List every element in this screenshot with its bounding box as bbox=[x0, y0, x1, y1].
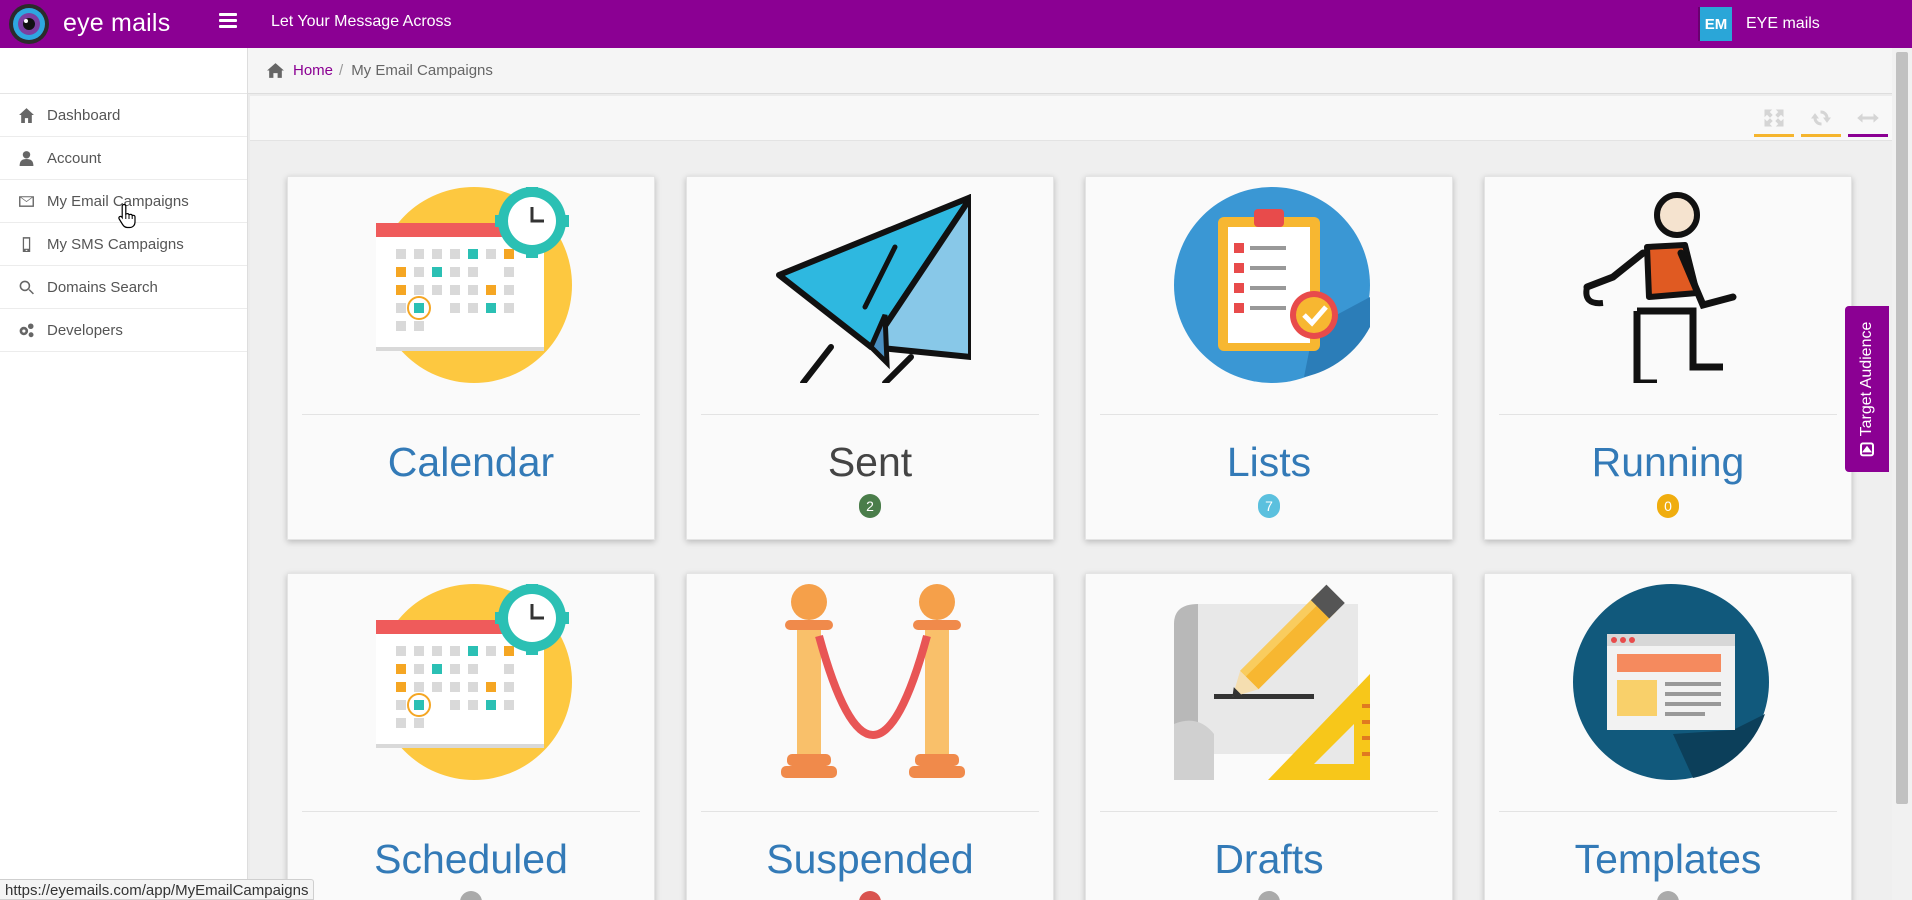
search-icon bbox=[19, 280, 34, 294]
browser-template-icon bbox=[1573, 584, 1769, 780]
breadcrumb: Home / My Email Campaigns bbox=[248, 48, 1892, 94]
running-person-icon bbox=[1583, 192, 1737, 383]
calendar-clock-icon bbox=[376, 187, 572, 383]
card-title: Calendar bbox=[387, 439, 555, 485]
card-divider bbox=[1100, 811, 1438, 812]
card-divider bbox=[701, 414, 1039, 415]
card-title: Suspended bbox=[766, 836, 974, 882]
home-icon bbox=[19, 107, 34, 123]
blueprint-pencil-icon bbox=[1174, 584, 1370, 780]
sidebar-item-label: Dashboard bbox=[47, 106, 121, 124]
sidebar-item-sms-campaigns[interactable]: My SMS Campaigns bbox=[0, 223, 247, 266]
card-title: Sent bbox=[827, 439, 913, 485]
fullscreen-button[interactable] bbox=[1754, 104, 1794, 137]
collapse-button[interactable] bbox=[1848, 104, 1888, 137]
user-menu[interactable]: EM EYE mails bbox=[1698, 7, 1820, 41]
card-divider bbox=[302, 811, 640, 812]
card-title: Templates bbox=[1574, 836, 1762, 882]
breadcrumb-current: My Email Campaigns bbox=[351, 62, 493, 79]
mobile-icon bbox=[22, 236, 31, 252]
card-lists[interactable]: Lists 7 bbox=[1085, 176, 1453, 540]
breadcrumb-separator: / bbox=[339, 62, 344, 79]
sidebar: Dashboard Account My Email Campaigns My … bbox=[0, 48, 248, 900]
card-divider bbox=[701, 811, 1039, 812]
paper-plane-icon bbox=[776, 194, 971, 383]
refresh-icon bbox=[1811, 110, 1831, 126]
card-drafts[interactable]: Drafts bbox=[1085, 573, 1453, 900]
count-badge bbox=[460, 891, 482, 900]
brand-name[interactable]: eye mails bbox=[63, 9, 170, 38]
panel-header bbox=[250, 96, 1892, 141]
sidebar-item-label: Domains Search bbox=[47, 278, 158, 296]
card-divider bbox=[1499, 414, 1837, 415]
collapse-icon bbox=[1857, 113, 1879, 123]
caret-square-icon bbox=[1860, 442, 1874, 457]
card-scheduled[interactable]: Scheduled bbox=[287, 573, 655, 900]
home-icon bbox=[267, 63, 284, 78]
count-badge bbox=[859, 891, 881, 900]
eye-logo-icon[interactable] bbox=[8, 3, 50, 45]
page-scrollbar[interactable] bbox=[1892, 48, 1912, 900]
clipboard-list-icon bbox=[1174, 187, 1370, 383]
status-url: https://eyemails.com/app/MyEmailCampaign… bbox=[0, 879, 315, 900]
card-running[interactable]: Running 0 bbox=[1484, 176, 1852, 540]
sidebar-item-label: Account bbox=[47, 149, 102, 167]
velvet-rope-icon bbox=[781, 584, 965, 778]
campaigns-dashboard: Calendar Sent 2 Lists 7 Running 0 Schedu… bbox=[250, 141, 1892, 900]
count-badge: 2 bbox=[859, 494, 881, 518]
target-audience-label: Target Audience bbox=[1858, 322, 1876, 457]
sidebar-item-developers[interactable]: Developers bbox=[0, 309, 247, 352]
menu-toggle-icon[interactable] bbox=[219, 13, 237, 29]
card-title: Running bbox=[1591, 439, 1745, 485]
target-audience-text: Target Audience bbox=[1858, 321, 1875, 437]
expand-icon bbox=[1764, 109, 1784, 127]
sidebar-header bbox=[0, 48, 247, 94]
gears-icon bbox=[19, 322, 34, 337]
sidebar-item-domains-search[interactable]: Domains Search bbox=[0, 266, 247, 309]
card-sent[interactable]: Sent 2 bbox=[686, 176, 1054, 540]
card-divider bbox=[302, 414, 640, 415]
card-templates[interactable]: Templates bbox=[1484, 573, 1852, 900]
count-badge: 0 bbox=[1657, 494, 1679, 518]
card-calendar[interactable]: Calendar bbox=[287, 176, 655, 540]
card-title: Scheduled bbox=[374, 836, 568, 882]
top-navbar: eye mails Let Your Message Across EM EYE… bbox=[0, 0, 1912, 48]
card-title: Lists bbox=[1226, 439, 1312, 485]
tagline: Let Your Message Across bbox=[271, 13, 452, 30]
calendar-clock-icon bbox=[376, 584, 572, 780]
sidebar-item-dashboard[interactable]: Dashboard bbox=[0, 94, 247, 137]
card-suspended[interactable]: Suspended bbox=[686, 573, 1054, 900]
count-badge bbox=[1258, 891, 1280, 900]
count-badge: 7 bbox=[1258, 494, 1280, 518]
card-title: Drafts bbox=[1214, 836, 1324, 882]
sidebar-item-label: My SMS Campaigns bbox=[47, 235, 184, 253]
scrollbar-thumb[interactable] bbox=[1896, 52, 1908, 804]
envelope-icon bbox=[19, 195, 34, 207]
reload-button[interactable] bbox=[1801, 104, 1841, 137]
breadcrumb-home-link[interactable]: Home bbox=[293, 62, 333, 79]
card-divider bbox=[1499, 811, 1837, 812]
count-badge bbox=[1657, 891, 1679, 900]
sidebar-item-account[interactable]: Account bbox=[0, 137, 247, 180]
target-audience-tab[interactable]: Target Audience bbox=[1845, 306, 1889, 472]
user-icon bbox=[19, 150, 34, 166]
hand-cursor-icon bbox=[118, 203, 136, 229]
card-divider bbox=[1100, 414, 1438, 415]
avatar[interactable]: EM bbox=[1698, 7, 1732, 41]
user-name[interactable]: EYE mails bbox=[1746, 15, 1820, 33]
sidebar-item-label: Developers bbox=[47, 321, 123, 339]
